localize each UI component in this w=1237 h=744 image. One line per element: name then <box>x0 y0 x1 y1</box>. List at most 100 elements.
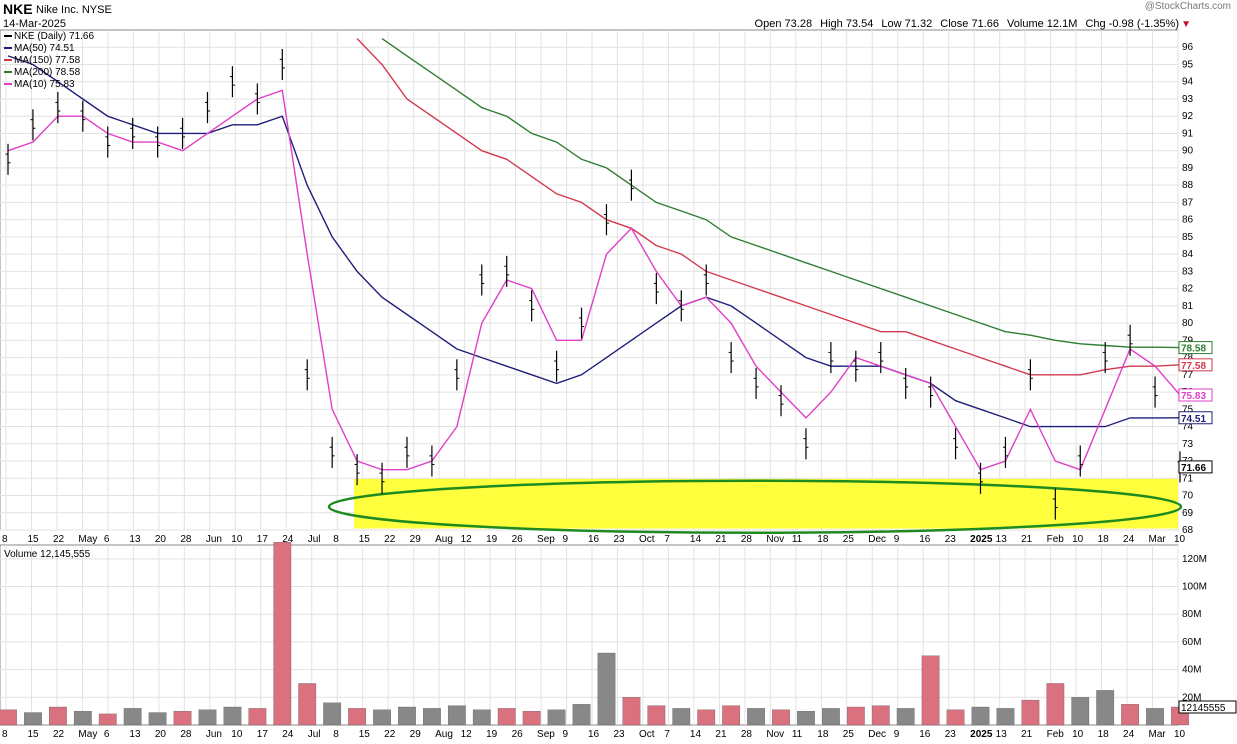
x-tick-label: Jun <box>206 534 222 545</box>
x-tick-label-volume: 19 <box>486 729 498 740</box>
x-tick-label: 16 <box>919 534 931 545</box>
volume-tick-label: 80M <box>1182 609 1201 620</box>
x-tick-label: 9 <box>894 534 900 545</box>
x-tick-label: Dec <box>868 534 886 545</box>
x-tick-label-volume: 22 <box>384 729 396 740</box>
volume-bar <box>622 697 641 726</box>
x-tick-label-volume: Oct <box>639 729 655 740</box>
x-tick-label-volume: Aug <box>435 729 453 740</box>
price-value-label: 75.83 <box>1181 391 1206 402</box>
x-tick-label: 29 <box>410 534 422 545</box>
x-tick-label: 22 <box>384 534 396 545</box>
x-tick-label-volume: 15 <box>27 729 39 740</box>
x-tick-label-volume: 22 <box>53 729 65 740</box>
x-tick-label-volume: 13 <box>129 729 141 740</box>
x-tick-label: 22 <box>53 534 65 545</box>
x-tick-label: Oct <box>639 534 655 545</box>
x-tick-label-volume: 24 <box>1123 729 1135 740</box>
volume-bar <box>223 706 242 726</box>
volume-bar <box>248 708 267 726</box>
x-tick-label-volume: 12 <box>461 729 473 740</box>
volume-bar <box>472 709 491 726</box>
price-tick-label: 84 <box>1182 249 1194 260</box>
volume-bar <box>1096 690 1115 726</box>
x-tick-label-volume: Jun <box>206 729 222 740</box>
volume-bar <box>173 711 192 726</box>
volume-legend: Volume 12,145,555 <box>4 549 91 560</box>
volume-bar <box>946 709 965 726</box>
series-line <box>7 55 1181 428</box>
price-tick-label: 86 <box>1182 215 1194 226</box>
x-tick-label-volume: 21 <box>715 729 727 740</box>
x-tick-label: 20 <box>155 534 167 545</box>
volume-bar <box>846 706 865 726</box>
volume-bar <box>896 708 915 726</box>
volume-bar <box>697 709 716 726</box>
price-tick-label: 90 <box>1182 146 1194 157</box>
x-tick-label-volume: 10 <box>231 729 243 740</box>
volume-bar <box>747 708 765 726</box>
x-tick-label: 12 <box>461 534 473 545</box>
x-tick-label: 16 <box>588 534 600 545</box>
legend-item: MA(150) 77.58 <box>4 55 80 67</box>
x-tick-label-volume: 28 <box>180 729 192 740</box>
volume-bar <box>672 708 691 726</box>
price-tick-label: 95 <box>1182 59 1194 70</box>
volume-tick-label: 60M <box>1182 637 1201 648</box>
price-tick-label: 70 <box>1182 491 1194 502</box>
price-tick-label: 85 <box>1182 232 1194 243</box>
price-tick-label: 80 <box>1182 318 1194 329</box>
volume-bar <box>1121 704 1140 726</box>
legend-label: NKE (Daily) 71.66 <box>14 31 95 42</box>
volume-bar <box>1071 697 1090 726</box>
x-tick-label: 9 <box>563 534 569 545</box>
volume-bar <box>822 708 840 726</box>
x-tick-label: Aug <box>435 534 453 545</box>
price-tick-label: 81 <box>1182 301 1194 312</box>
legend-label: MA(10) 75.83 <box>14 79 75 90</box>
legend-label: MA(150) 77.58 <box>14 55 81 66</box>
x-tick-label: 18 <box>817 534 829 545</box>
volume-bar <box>0 709 17 726</box>
volume-bar <box>772 709 790 726</box>
x-tick-label: 25 <box>843 534 855 545</box>
volume-bar <box>921 655 940 726</box>
price-tick-label: 93 <box>1182 94 1194 105</box>
x-tick-label-volume: 16 <box>919 729 931 740</box>
x-tick-label: 6 <box>104 534 110 545</box>
series-line <box>356 38 1181 376</box>
volume-bar <box>647 705 666 726</box>
volume-bar <box>996 708 1015 726</box>
volume-bar <box>722 705 741 726</box>
x-tick-label-volume: 24 <box>282 729 294 740</box>
volume-tick-label: 100M <box>1182 582 1207 593</box>
legend-swatch <box>4 83 12 86</box>
volume-bar <box>572 704 591 726</box>
price-value-label: 78.58 <box>1181 344 1206 355</box>
x-tick-label-volume: Nov <box>766 729 784 740</box>
x-tick-label: 18 <box>1098 534 1110 545</box>
x-tick-label-volume: 21 <box>1021 729 1033 740</box>
series-line <box>381 38 1181 349</box>
legend-label: MA(200) 78.58 <box>14 67 81 78</box>
price-tick-label: 82 <box>1182 284 1194 295</box>
volume-bar <box>1146 708 1164 726</box>
x-tick-label-volume: Feb <box>1047 729 1065 740</box>
volume-bar <box>1021 699 1040 726</box>
x-tick-label-volume: 6 <box>104 729 110 740</box>
x-tick-label: 21 <box>715 534 727 545</box>
x-tick-label: 15 <box>27 534 39 545</box>
series-line <box>7 89 1181 471</box>
x-tick-label: 8 <box>2 534 8 545</box>
price-tick-label: 87 <box>1182 197 1194 208</box>
x-tick-label: Nov <box>766 534 784 545</box>
volume-value-label: 12145555 <box>1181 703 1226 714</box>
x-tick-label-volume: 15 <box>359 729 371 740</box>
volume-bar <box>398 706 416 726</box>
x-tick-label-volume: 10 <box>1072 729 1084 740</box>
x-tick-label: 10 <box>1072 534 1084 545</box>
price-tick-label: 89 <box>1182 163 1194 174</box>
x-tick-label-volume: 16 <box>588 729 600 740</box>
x-tick-label-volume: 8 <box>2 729 8 740</box>
volume-bar <box>522 711 541 726</box>
